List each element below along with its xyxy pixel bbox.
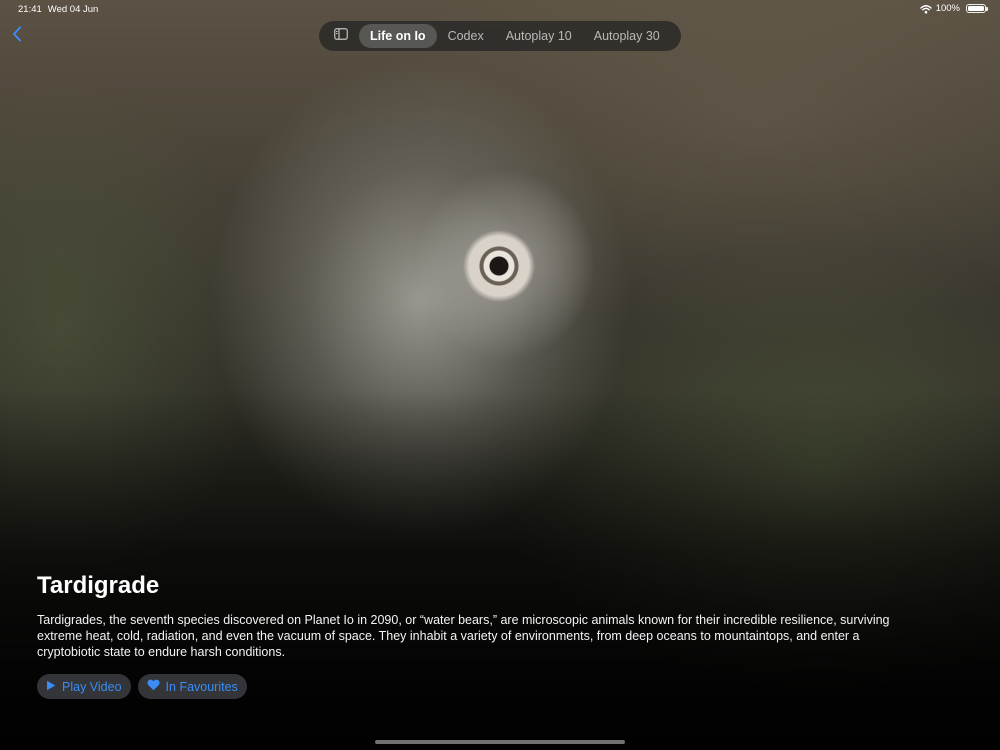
heart-icon: [147, 679, 160, 694]
species-title: Tardigrade: [37, 572, 160, 599]
status-left: 21:41 Wed 04 Jun: [18, 4, 98, 15]
tab-autoplay-10[interactable]: Autoplay 10: [495, 24, 583, 48]
back-button[interactable]: [6, 24, 28, 48]
tardigrade-mouth: [463, 230, 535, 302]
status-bar: 21:41 Wed 04 Jun 100%: [0, 0, 1000, 18]
species-description: Tardigrades, the seventh species discove…: [37, 613, 890, 659]
action-buttons: Play Video In Favourites: [37, 674, 917, 699]
status-right: 100%: [919, 3, 988, 14]
home-indicator[interactable]: [375, 740, 625, 744]
species-details: Tardigrade Tardigrades, the seventh spec…: [37, 571, 917, 699]
status-date: Wed 04 Jun: [47, 4, 99, 15]
wifi-icon: [919, 4, 932, 14]
battery-icon: [966, 4, 988, 13]
battery-cap: [986, 7, 988, 11]
sidebar-toggle-button[interactable]: [323, 24, 359, 48]
tab-life-on-io[interactable]: Life on Io: [359, 24, 437, 48]
screen: 21:41 Wed 04 Jun 100% Life on Io Codex A…: [0, 0, 1000, 750]
favourites-label: In Favourites: [165, 679, 238, 694]
top-navigation-bar: Life on Io Codex Autoplay 10 Autoplay 30: [319, 21, 681, 51]
favourites-button[interactable]: In Favourites: [137, 674, 247, 699]
battery-percent: 100%: [935, 3, 960, 14]
chevron-left-icon: [12, 26, 22, 47]
play-video-label: Play Video: [62, 679, 122, 694]
tab-codex[interactable]: Codex: [437, 24, 495, 48]
sidebar-icon: [334, 27, 348, 45]
play-video-button[interactable]: Play Video: [37, 674, 131, 699]
battery-fill: [968, 6, 984, 11]
play-icon: [46, 680, 56, 694]
tab-autoplay-30[interactable]: Autoplay 30: [583, 24, 671, 48]
status-time: 21:41: [18, 4, 42, 15]
